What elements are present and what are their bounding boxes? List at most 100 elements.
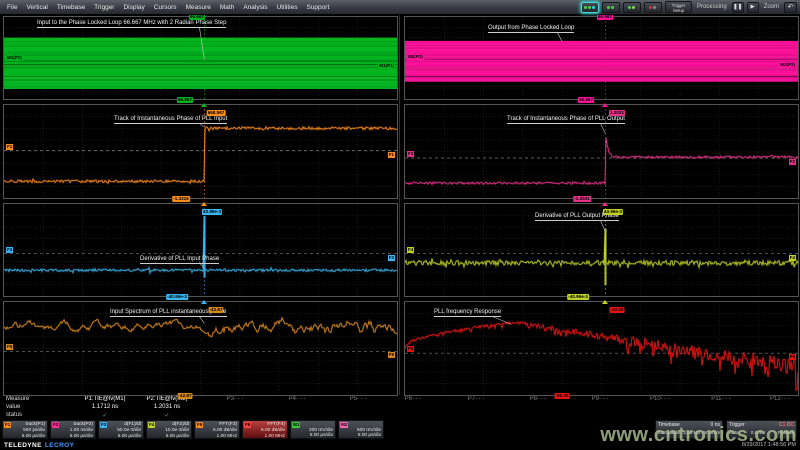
cursor-readout-top-F1: 668.567: [207, 110, 226, 116]
measure-param-11[interactable]: P11- - -: [711, 396, 731, 402]
menu-item-vertical[interactable]: Vertical: [26, 4, 47, 11]
measure-tool-icon[interactable]: [602, 2, 620, 13]
toolbar: Trigger Setup Processing ❚❚ ▶ Zoom ↶: [581, 1, 800, 13]
trace-descriptor-F5[interactable]: F5FFT(F3)5.00 dB/div1.00 MHz: [194, 420, 240, 439]
pause-button[interactable]: ❚❚: [732, 2, 744, 13]
trace-id-right-F5: F5: [388, 352, 395, 358]
trace-tab-F2: F2: [52, 422, 59, 428]
trace-descriptor-F3[interactable]: F3d(F1)/dt50.0e-3/div5.00 μs/div: [98, 420, 144, 439]
trace-id-right-F3: F3: [388, 255, 395, 261]
math-tool-icon[interactable]: [623, 2, 641, 13]
processing-status: Processing: [697, 4, 727, 10]
measure-row-label-status: status: [6, 412, 22, 418]
measure-value-1: 1.1712 ns: [92, 404, 118, 410]
grid-column-divider: [399, 15, 400, 395]
cursor-readout-bottom-F4: -40.96e-3: [567, 294, 589, 300]
cursor-readout-top-F4: 40.96e-3: [603, 209, 623, 215]
trace-scale-F2-2: 5.00 μs/div: [52, 434, 93, 440]
waveform-svg-M1: [4, 17, 397, 99]
grid-panel-M2[interactable]: Output from Phase Locked LoopM2(P2)M2(P2…: [404, 16, 799, 100]
trace-id-right-F2: F2: [789, 159, 796, 165]
trace-descriptor-M1[interactable]: M1200 mV/div5.00 μs/div: [290, 420, 336, 439]
menu-item-math[interactable]: Math: [220, 4, 234, 11]
trace-scale-F3-2: 5.00 μs/div: [100, 434, 141, 440]
cursor-marker-M2[interactable]: [602, 103, 608, 107]
trace-descriptor-F4[interactable]: F4d(F2)/dt10.0e-3/div5.00 μs/div: [146, 420, 192, 439]
annotation-M2: Output from Phase Locked Loop: [488, 25, 574, 33]
trace-scale-F1-2: 5.00 μs/div: [4, 434, 45, 440]
measure-param-9[interactable]: P9- - -: [592, 396, 609, 402]
cursor-readout-top-F6: -40.00: [609, 307, 624, 313]
menu-item-trigger[interactable]: Trigger: [94, 4, 114, 11]
measure-param-4[interactable]: P4- - -: [289, 396, 306, 402]
wavescan-tool-icon[interactable]: [581, 2, 599, 13]
menu-item-utilities[interactable]: Utilities: [277, 4, 298, 11]
trace-tab-F3: F3: [100, 422, 107, 428]
grid-panel-F4[interactable]: Derivative of PLL Output PhaseF4F440.96e…: [404, 203, 799, 297]
trace-tab-M2: M2: [340, 422, 348, 428]
grid-panel-F2[interactable]: Track of Instantaneous Phase of PLL Outp…: [404, 104, 799, 199]
measure-param-8[interactable]: P8- - -: [530, 396, 547, 402]
measure-param-5[interactable]: P5- - -: [350, 396, 367, 402]
cursor-readout-bottom-F2: -1.2031: [573, 196, 591, 202]
watermark: www.cntronics.com: [600, 424, 797, 447]
logo-brand: LECROY: [45, 442, 75, 449]
menu-item-measure[interactable]: Measure: [186, 4, 211, 11]
trace-descriptor-F6[interactable]: F6FFT(F4)5.00 dB/div1.00 MHz: [242, 420, 288, 439]
trigger-setup-line2: Setup: [666, 8, 691, 13]
grid-panel-F1[interactable]: Track of Instantaneous Phase of PLL Inpu…: [3, 104, 398, 199]
grid-panel-F3[interactable]: Derivative of PLL Input PhaseF3F340.96e-…: [3, 203, 398, 297]
annotation-F6: PLL frequency Response: [434, 309, 501, 317]
cursor-marker-F4[interactable]: [602, 300, 608, 304]
annotation-F2: Track of Instantaneous Phase of PLL Outp…: [507, 116, 625, 124]
logo-maker: TELEDYNE: [4, 442, 42, 449]
cursor-readout-top-F2: 1.2031: [609, 110, 625, 116]
menu-item-support[interactable]: Support: [306, 4, 329, 11]
measure-param-10[interactable]: P10- - -: [650, 396, 670, 402]
waveform-svg-F3: [4, 204, 397, 296]
measure-param-3[interactable]: P3- - -: [227, 396, 244, 402]
menu-item-timebase[interactable]: Timebase: [57, 4, 85, 11]
undo-button[interactable]: ↶: [784, 2, 797, 13]
measure-param-7[interactable]: P7- - -: [468, 396, 485, 402]
cursor-marker-F2[interactable]: [602, 202, 608, 206]
grid-panel-F5[interactable]: Input Spectrum of PLL instantaneous phas…: [3, 301, 398, 396]
menu-item-analysis[interactable]: Analysis: [243, 4, 267, 11]
measure-param-12[interactable]: P12- - -: [770, 396, 790, 402]
grid-panel-M1[interactable]: Input to the Phase Locked Loop 66.667 MH…: [3, 16, 398, 100]
green-dot-icon: [628, 6, 631, 9]
trigger-setup-button[interactable]: Trigger Setup: [665, 1, 692, 13]
cursor-marker-M1[interactable]: [201, 103, 207, 107]
measure-status-1: ✓: [102, 412, 107, 419]
stop-tool-icon[interactable]: [644, 2, 662, 13]
trace-id-right-M2: M2(P2): [779, 62, 796, 68]
annotation-F1: Track of Instantaneous Phase of PLL Inpu…: [114, 116, 227, 124]
trace-descriptor-M2[interactable]: M2500 mV/div5.00 μs/div: [338, 420, 384, 439]
cursor-marker-F1[interactable]: [201, 202, 207, 206]
cursor-readout-bottom-F5: -42.87: [177, 393, 192, 399]
trace-descriptor-row: F1track(P1)500 ps/div5.00 μs/divF2track(…: [2, 420, 384, 439]
cursor-readout-top-F5: -42.87: [208, 307, 223, 313]
green-dot-icon: [607, 6, 610, 9]
grid-panel-F6[interactable]: PLL frequency ResponseF6F6-40.00-80.00: [404, 301, 799, 396]
measure-table: MeasurevaluestatusP1:TIE@lv(M1)1.1712 ns…: [0, 395, 800, 420]
green-dot-icon: [584, 6, 587, 9]
trace-id-left-F2: F2: [407, 151, 414, 157]
menu-item-file[interactable]: File: [7, 4, 17, 11]
trace-descriptor-F2[interactable]: F2track(P2)1.00 ns/div5.00 μs/div: [50, 420, 96, 439]
measure-param-6[interactable]: P6- - -: [405, 396, 422, 402]
trace-id-left-F4: F4: [407, 247, 414, 253]
trace-scale-F5-2: 1.00 MHz: [196, 434, 237, 440]
measure-param-1[interactable]: P1:TIE@lv(M1): [84, 396, 125, 402]
play-button[interactable]: ▶: [747, 2, 759, 13]
trace-descriptor-F1[interactable]: F1track(P1)500 ps/div5.00 μs/div: [2, 420, 48, 439]
trace-id-left-F6: F6: [407, 346, 414, 352]
green-dot-icon: [588, 6, 591, 9]
menu-item-display[interactable]: Display: [123, 4, 144, 11]
cursor-marker-F3[interactable]: [201, 300, 207, 304]
menu-item-cursors[interactable]: Cursors: [154, 4, 177, 11]
gray-dot-icon: [653, 6, 656, 9]
trace-tab-F4: F4: [148, 422, 155, 428]
trace-id-left-M1: M1(P1): [6, 55, 23, 61]
cursor-readout-top-F3: 40.96e-3: [202, 209, 222, 215]
